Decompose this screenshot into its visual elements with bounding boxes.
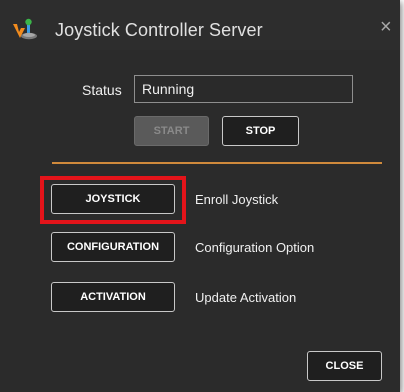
window-close-icon[interactable]: × (380, 17, 392, 37)
configuration-button[interactable]: CONFIGURATION (51, 232, 175, 262)
stop-button[interactable]: STOP (222, 116, 299, 146)
joystick-description: Enroll Joystick (195, 192, 279, 207)
section-divider (52, 162, 382, 164)
joystick-button[interactable]: JOYSTICK (51, 184, 175, 214)
window-title: Joystick Controller Server (55, 20, 263, 40)
start-button[interactable]: START (134, 116, 209, 146)
activation-button[interactable]: ACTIVATION (51, 282, 175, 312)
app-window: Joystick Controller Server × Status STAR… (0, 0, 400, 392)
configuration-description: Configuration Option (195, 240, 315, 255)
status-label: Status (82, 82, 122, 98)
activation-description: Update Activation (195, 290, 297, 305)
joystick-app-icon (13, 18, 37, 40)
status-field[interactable] (134, 75, 353, 103)
title-bar[interactable]: Joystick Controller Server × (0, 0, 400, 50)
close-button[interactable]: CLOSE (307, 351, 382, 381)
